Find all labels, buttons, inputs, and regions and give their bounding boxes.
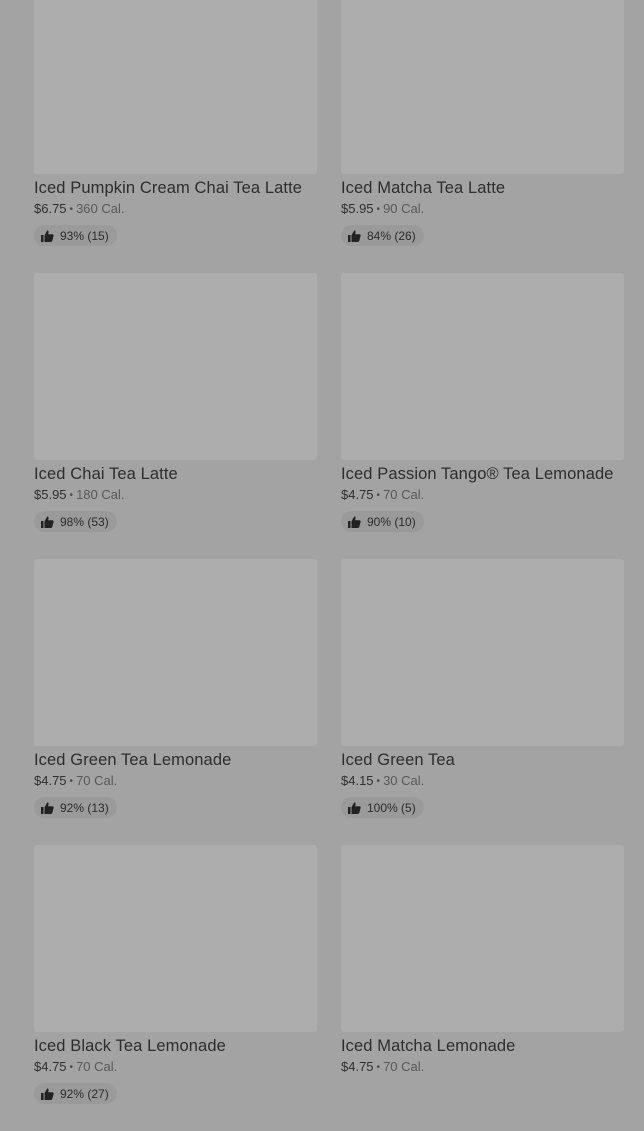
thumbs-up-icon	[41, 802, 54, 814]
item-price: $4.75	[34, 1059, 67, 1074]
meta-separator: •	[69, 776, 74, 787]
rating-badge: 90% (10)	[341, 511, 424, 532]
item-image	[341, 0, 624, 174]
item-calories: 70 Cal.	[383, 487, 425, 502]
item-meta: $4.75 • 70 Cal.	[341, 1059, 624, 1077]
item-meta: $4.75 • 70 Cal.	[34, 1059, 317, 1077]
item-meta: $4.15 • 30 Cal.	[341, 773, 624, 791]
item-meta: $6.75 • 360 Cal.	[34, 201, 317, 219]
item-image	[34, 273, 317, 460]
menu-item-grid: Iced Pumpkin Cream Chai Tea Latte $6.75 •…	[34, 0, 624, 1131]
item-meta: $5.95 • 180 Cal.	[34, 487, 317, 505]
item-image	[341, 273, 624, 460]
item-meta: $5.95 • 90 Cal.	[341, 201, 624, 219]
item-price: $5.95	[341, 201, 374, 216]
item-name: Iced Green Tea Lemonade	[34, 751, 232, 769]
item-image	[34, 559, 317, 746]
rating-text: 100% (5)	[367, 800, 416, 815]
rating-text: 84% (26)	[367, 228, 416, 243]
rating-text: 90% (10)	[367, 514, 416, 529]
thumbs-up-icon	[41, 230, 54, 242]
rating-text: 92% (13)	[60, 800, 109, 815]
menu-item-card[interactable]: Iced Black Tea Lemonade $4.75 • 70 Cal. 92…	[34, 845, 317, 1131]
item-image	[341, 559, 624, 746]
item-name: Iced Black Tea Lemonade	[34, 1037, 226, 1055]
item-price: $4.75	[341, 1059, 374, 1074]
item-calories: 360 Cal.	[76, 201, 125, 216]
item-name: Iced Chai Tea Latte	[34, 465, 178, 483]
item-meta: $4.75 • 70 Cal.	[34, 773, 317, 791]
meta-separator: •	[376, 490, 381, 501]
item-name: Iced Pumpkin Cream Chai Tea Latte	[34, 179, 303, 197]
menu-item-card[interactable]: Iced Chai Tea Latte $5.95 • 180 Cal. 98% (…	[34, 273, 317, 559]
item-calories: 70 Cal.	[383, 1059, 425, 1074]
menu-item-card[interactable]: Iced Passion Tango® Tea Lemonade $4.75 • 7…	[341, 273, 624, 559]
thumbs-up-icon	[348, 802, 361, 814]
meta-separator: •	[376, 204, 381, 215]
rating-badge: 92% (13)	[34, 797, 117, 818]
item-name: Iced Passion Tango® Tea Lemonade	[341, 465, 614, 483]
meta-separator: •	[376, 1062, 381, 1073]
rating-badge: 92% (27)	[34, 1083, 117, 1104]
rating-badge: 100% (5)	[341, 797, 424, 818]
menu-item-card[interactable]: Iced Matcha Lemonade $4.75 • 70 Cal.	[341, 845, 624, 1131]
item-price: $4.15	[341, 773, 374, 788]
menu-item-card[interactable]: Iced Green Tea Lemonade $4.75 • 70 Cal. 92…	[34, 559, 317, 845]
item-calories: 70 Cal.	[76, 1059, 118, 1074]
rating-text: 98% (53)	[60, 514, 109, 529]
item-calories: 180 Cal.	[76, 487, 125, 502]
meta-separator: •	[69, 1062, 74, 1073]
item-image	[341, 845, 624, 1032]
item-calories: 70 Cal.	[76, 773, 118, 788]
item-calories: 90 Cal.	[383, 201, 425, 216]
thumbs-up-icon	[41, 1088, 54, 1100]
item-name: Iced Matcha Tea Latte	[341, 179, 506, 197]
rating-badge: 93% (15)	[34, 225, 117, 246]
rating-badge: 84% (26)	[341, 225, 424, 246]
thumbs-up-icon	[348, 516, 361, 528]
item-meta: $4.75 • 70 Cal.	[341, 487, 624, 505]
item-price: $4.75	[341, 487, 374, 502]
item-image	[34, 845, 317, 1032]
item-name: Iced Green Tea	[341, 751, 455, 769]
item-price: $6.75	[34, 201, 67, 216]
thumbs-up-icon	[41, 516, 54, 528]
item-calories: 30 Cal.	[383, 773, 425, 788]
item-price: $4.75	[34, 773, 67, 788]
item-image	[34, 0, 317, 174]
rating-text: 93% (15)	[60, 228, 109, 243]
rating-badge: 98% (53)	[34, 511, 117, 532]
item-price: $5.95	[34, 487, 67, 502]
thumbs-up-icon	[348, 230, 361, 242]
meta-separator: •	[69, 490, 74, 501]
menu-item-card[interactable]: Iced Matcha Tea Latte $5.95 • 90 Cal. 84% …	[341, 0, 624, 273]
menu-item-card[interactable]: Iced Pumpkin Cream Chai Tea Latte $6.75 •…	[34, 0, 317, 273]
meta-separator: •	[69, 204, 74, 215]
rating-text: 92% (27)	[60, 1086, 109, 1101]
item-name: Iced Matcha Lemonade	[341, 1037, 516, 1055]
meta-separator: •	[376, 776, 381, 787]
menu-item-card[interactable]: Iced Green Tea $4.15 • 30 Cal. 100% (5)	[341, 559, 624, 845]
